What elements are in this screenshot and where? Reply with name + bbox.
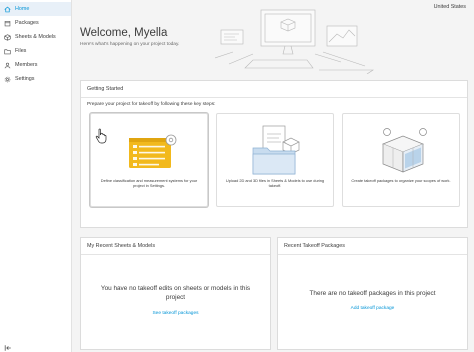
sidebar-item-label: Home xyxy=(15,6,30,12)
sheets-models-icon xyxy=(4,33,11,41)
getting-started-card: Getting Started Prepare your project for… xyxy=(80,80,468,228)
sidebar: Home Packages Sheets & Models Files Memb… xyxy=(0,0,72,352)
pointer-cursor-icon xyxy=(95,128,107,144)
step-text: Create takeoff packages to organize your… xyxy=(351,178,451,183)
gear-icon xyxy=(4,76,11,83)
step-text: Define classification and measurement sy… xyxy=(100,178,198,189)
members-icon xyxy=(4,62,11,69)
region-label[interactable]: United States xyxy=(434,4,466,10)
sidebar-item-home[interactable]: Home xyxy=(0,2,71,16)
sidebar-item-label: Members xyxy=(15,62,38,68)
recent-packages-card: Recent Takeoff Packages There are no tak… xyxy=(277,237,468,350)
upload-files-illustration xyxy=(252,125,300,175)
sidebar-item-sheets-models[interactable]: Sheets & Models xyxy=(0,30,71,44)
workspace-illustration xyxy=(215,9,374,74)
card-title: Recent Takeoff Packages xyxy=(284,243,345,249)
step-packages[interactable]: Create takeoff packages to organize your… xyxy=(342,113,460,207)
settings-illustration xyxy=(129,134,177,168)
divider xyxy=(81,254,270,255)
takeoff-packages-illustration xyxy=(382,128,427,173)
sidebar-item-label: Packages xyxy=(15,20,39,26)
empty-state-message: There are no takeoff packages in this pr… xyxy=(309,290,436,297)
sidebar-item-label: Sheets & Models xyxy=(15,34,56,40)
step-text: Upload 2D and 3D files in Sheets & Model… xyxy=(225,178,325,189)
sidebar-item-settings[interactable]: Settings xyxy=(0,72,71,86)
sidebar-item-label: Files xyxy=(15,48,27,54)
folder-icon xyxy=(4,48,11,55)
page-title: Welcome, Myella xyxy=(80,27,168,39)
divider xyxy=(81,97,467,98)
see-takeoff-packages-link[interactable]: See takeoff packages xyxy=(81,311,270,316)
packages-icon xyxy=(4,20,11,27)
collapse-sidebar-icon[interactable] xyxy=(4,339,12,351)
sidebar-item-packages[interactable]: Packages xyxy=(0,16,71,30)
step-settings[interactable]: Define classification and measurement sy… xyxy=(90,113,208,207)
sidebar-item-label: Settings xyxy=(15,76,35,82)
step-upload[interactable]: Upload 2D and 3D files in Sheets & Model… xyxy=(216,113,334,207)
card-title: My Recent Sheets & Models xyxy=(87,243,156,249)
sidebar-item-files[interactable]: Files xyxy=(0,44,71,58)
divider xyxy=(278,254,467,255)
add-takeoff-package-link[interactable]: Add takeoff package xyxy=(278,306,467,311)
card-title: Getting Started xyxy=(87,86,124,92)
empty-state-message: You have no takeoff edits on sheets or m… xyxy=(100,285,251,301)
sidebar-item-members[interactable]: Members xyxy=(0,58,71,72)
getting-started-intro: Prepare your project for takeoff by foll… xyxy=(87,102,216,107)
home-icon xyxy=(4,6,11,13)
recent-sheets-card: My Recent Sheets & Models You have no ta… xyxy=(80,237,271,350)
page-subtitle: Here's what's happening on your project … xyxy=(80,42,180,47)
